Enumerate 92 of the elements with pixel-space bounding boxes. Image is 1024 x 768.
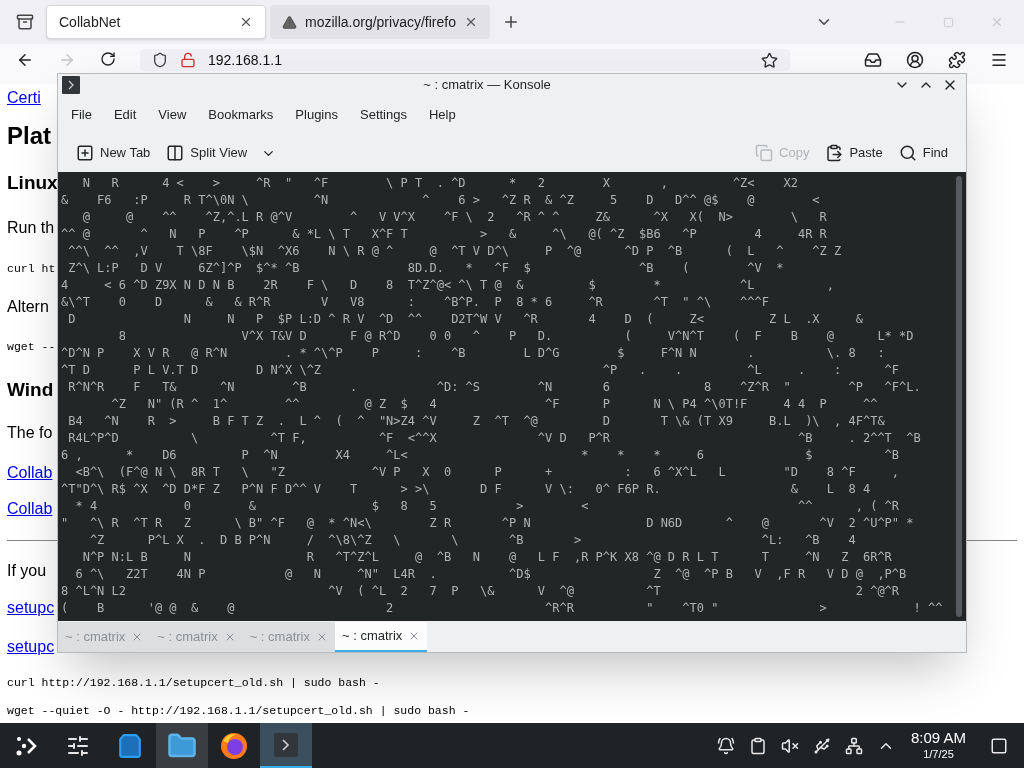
menu-item[interactable]: View — [149, 105, 196, 125]
network-icon[interactable] — [844, 736, 863, 755]
page-link[interactable]: Collab — [7, 460, 53, 485]
page-link[interactable]: Certi — [7, 85, 41, 110]
page-text: Altern — [7, 297, 49, 317]
terminal-screen[interactable] — [58, 172, 966, 621]
terminal-line: ^Z P^L X . D B P^N / ^\8\^Z \ \ ^B > ^L: ^B 4 — [88, 532, 857, 549]
terminal-line: <B^\ (F^@ N \ 8R T \ "Z ^V P X 0 P + : 6 ^X^L L "D 8 ^F , — [74, 464, 901, 481]
tab-title: mozilla.org/privacy/firefo — [305, 12, 456, 32]
extensions-icon[interactable] — [948, 51, 966, 69]
browser-icon — [219, 730, 249, 761]
page-heading: Plat — [7, 120, 51, 151]
browser-tab[interactable]: mozilla.org/privacy/firefo — [270, 5, 490, 39]
menu-item[interactable]: Bookmarks — [199, 105, 283, 125]
window-title: ~ : cmatrix — Konsole — [422, 76, 552, 95]
terminal-line: N^P N:L B N R ^T^Z^L @ ^B N @ L F ,R P^K X8 ^@ D R L T T ^N Z 6R^R — [81, 549, 893, 566]
new-tab-icon — [76, 144, 94, 162]
clipboard-icon — [825, 144, 844, 162]
terminal-line: ^T"D^\ R$ ^X ^D D*F Z P^N F D^^ V T > >\ D F V \: 0^ F6P R. & L 8 4 — [61, 481, 872, 498]
warning-icon — [282, 14, 297, 30]
menu-item[interactable]: Edit — [104, 105, 146, 125]
terminal-line: R4L^P^D \ ^T F, ^F <^^X ^V D P^R ^B . 2^^T ^B — [67, 430, 922, 447]
terminal-line: B4 ^N R > B F T Z . L ^ ( ^ "N>Z4 ^V Z ^T ^@ D T \& (T X9 B.L )\ , 4F^T& — [67, 413, 886, 430]
back-icon[interactable] — [16, 51, 34, 69]
page-link[interactable]: setupc — [7, 635, 55, 659]
shield-icon — [152, 52, 168, 68]
terminal-icon — [62, 76, 80, 94]
toolbar-button[interactable]: Paste — [819, 138, 889, 168]
code-line: curl http://192.168.1.1/setupcert_old.sh | sudo bash - — [7, 675, 380, 692]
scrollbar[interactable] — [956, 176, 962, 617]
terminal-line: Z^\ L:P D V 6Z^]^P $^* ^B 8D.D. * ^F $ ^B ( ^V * — [67, 260, 785, 277]
terminal-line: * 4 0 & $ 8 5 > < ^^ , ( ^R — [74, 498, 901, 515]
terminal-line: &\^T 0 D & & R^R V V8 : ^B^P. P 8 * 6 ^R ^T " ^\ ^^^F — [61, 294, 770, 311]
page-text: The fo — [7, 422, 53, 443]
menu-item[interactable]: Settings — [351, 105, 416, 125]
menu-icon[interactable] — [990, 51, 1008, 69]
menu-item[interactable]: Plugins — [286, 105, 347, 125]
terminal-line: ^^\ ^^ ,V T \8F \$N ^X6 N \ R @ ^ @ ^T V D^\ P ^@ ^D P ^B ( L ^ ^Z Z — [67, 243, 843, 260]
search-icon — [898, 144, 917, 162]
copy-icon — [755, 144, 774, 162]
split-view-icon — [166, 144, 185, 162]
menu-item[interactable]: Help — [419, 105, 465, 125]
toolbar-button[interactable]: Split View — [160, 138, 283, 168]
terminal-line: ( B '@ @ & @ 2 ^R^R " ^T0 " > ! ^^ — [61, 600, 944, 617]
clipboard-icon[interactable] — [748, 736, 767, 755]
terminal-line: ^Z N" (R ^ 1^ ^^ @ Z $ 4 ^F P N \ P4 ^\0T!F 4 4 P ^^ — [110, 396, 879, 413]
code-line: wget --quiet -O - http://192.168.1.1/setupcert_old.sh | sudo bash - — [7, 702, 470, 719]
terminal-line: ^^ @ ^ N P ^P & *L \ T X^F T > & ^\ @( ^Z $B6 ^P 4 4R R — [61, 226, 828, 243]
code-line: wget -- — [7, 339, 56, 356]
terminal-line: 8 V^X T&V D F @ R^D 0 0 ^ P D. ( V^N^T ( F B @ L* *D — [117, 328, 915, 345]
close-icon[interactable] — [464, 15, 478, 29]
muted-speaker-icon[interactable] — [780, 736, 799, 755]
clock-date: 1/7/25 — [923, 748, 954, 762]
page-heading: Wind — [7, 377, 54, 402]
terminal-line: 6 ^\ Z2T 4N P @ N ^N" L4R . ^D$ Z ^@ ^P B V ,F R V D @ ,P^B — [74, 566, 908, 583]
page-link[interactable]: setupc — [7, 595, 55, 620]
bell-icon[interactable] — [716, 736, 735, 755]
terminal-tab[interactable]: ~ : cmatrix — [335, 622, 428, 652]
terminal-line: ^D^N P X V R @ R^N . * ^\^P P : ^B L D^G $ F^N N . \. 8 : — [61, 345, 886, 362]
menu-item[interactable]: File — [62, 105, 101, 125]
address-bar[interactable]: 192.168.1.1 — [140, 49, 790, 71]
close-icon[interactable] — [239, 15, 253, 29]
terminal-line: R^N^R F T& ^N ^B . ^D: ^S ^N 6 8 ^Z^R " ^P ^F^L. — [67, 379, 922, 396]
sliders-icon — [66, 733, 90, 758]
terminal-line: ^T D P L V.T D D N^X \^Z ^P . . ^L . : ^F — [61, 362, 901, 379]
toolbar-button[interactable]: Find — [892, 138, 954, 168]
terminal-line: D N N P $P L:D ^ R V ^D ^^ D2T^W V ^R 4 D ( Z< Z L .X & — [67, 311, 864, 328]
toolbar-button[interactable]: New Tab — [70, 138, 157, 168]
terminal-line: 8 ^L^N L2 ^V ( ^L 2 7 P \& V ^@ ^T 2 ^@^R — [61, 583, 901, 600]
terminal-line: " ^\ R ^T R Z \ B" ^F @ * ^N<\ Z R ^P N D N6D ^ @ ^V 2 ^U^P" * — [61, 515, 915, 532]
usb-icon[interactable] — [812, 736, 831, 755]
new-tab-icon[interactable] — [502, 13, 520, 31]
terminal-line: N R 4 < > ^R " ^F \ P T . ^D * 2 X , ^Z< X2 — [81, 175, 799, 192]
clock-time: 8:09 AM — [910, 729, 966, 748]
terminal-line: & F6 :P R T^\0N \ ^N ^ 6 > ^Z R & ^Z 5 D D^^ @$ @ < — [61, 192, 821, 209]
terminal-line: 6 , * D6 P ^N X4 ^L< * * * 6 $ ^B — [61, 447, 901, 464]
reload-icon[interactable] — [100, 51, 116, 67]
insecure-lock-icon — [180, 52, 196, 68]
tab-title: CollabNet — [59, 12, 122, 32]
page-text: If you — [7, 561, 47, 581]
show-desktop-icon[interactable] — [990, 736, 1008, 755]
browser-tab[interactable]: CollabNet — [46, 5, 266, 39]
page-link[interactable]: Collab — [7, 497, 53, 521]
account-icon[interactable] — [906, 51, 924, 69]
tab-list-icon[interactable] — [16, 13, 34, 31]
star-icon[interactable] — [761, 51, 778, 69]
page-text: Run th — [7, 218, 55, 238]
terminal-line: @ @ ^^ ^Z,^.L R @^V ^ V V^X ^F \ 2 ^R ^ ^ Z& ^X X( N> \ R — [81, 209, 828, 226]
code-line: curl ht — [7, 260, 56, 277]
terminal-line: 4 < 6 ^D Z9X N D N B 2R F \ D 8 T^Z^@< ^\ T @ & $ * ^L , — [61, 277, 836, 294]
page-heading: Linux — [7, 171, 58, 196]
terminal-icon — [273, 731, 299, 758]
